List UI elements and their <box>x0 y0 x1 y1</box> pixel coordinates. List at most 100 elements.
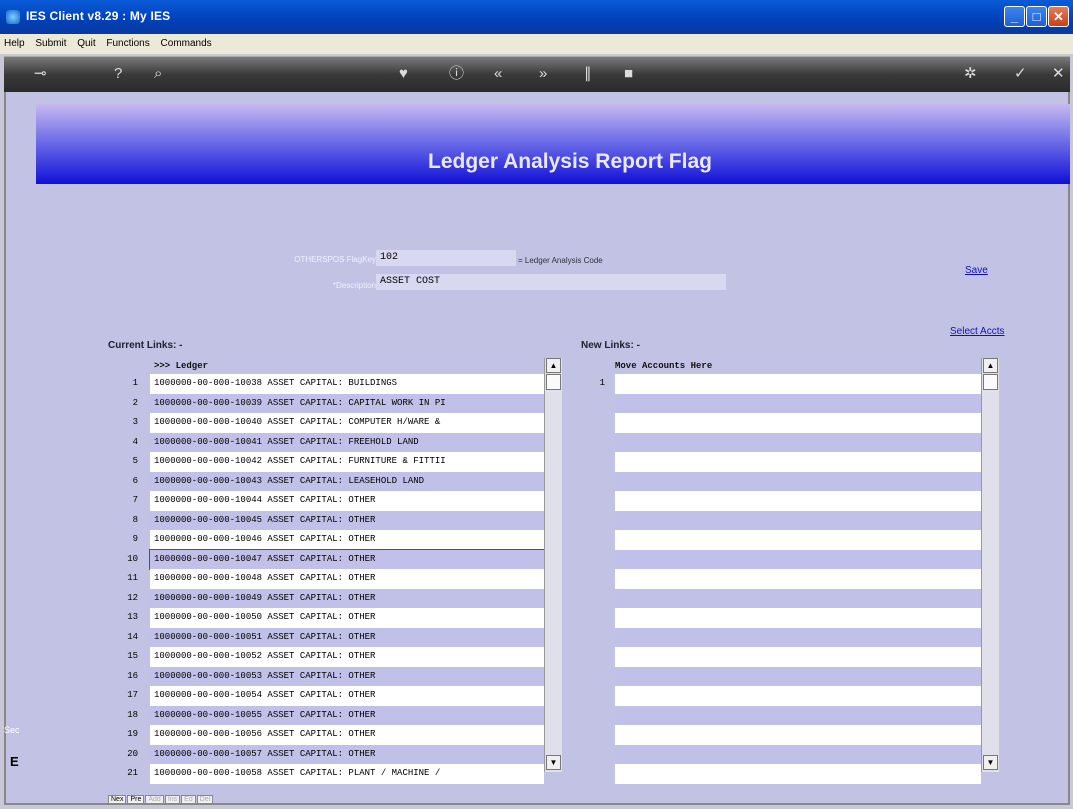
close-window-button[interactable]: ✕ <box>1048 6 1069 27</box>
new-scrollbar[interactable]: ▲ ▼ <box>981 358 999 772</box>
table-row[interactable] <box>581 510 981 530</box>
table-row[interactable]: 7 1000000-00-000-10044 ASSET CAPITAL: OTH… <box>108 491 544 511</box>
menu-commands[interactable]: Commands <box>157 34 216 49</box>
table-row[interactable] <box>581 705 981 725</box>
ledger-cell[interactable]: 1000000-00-000-10046 ASSET CAPITAL: OTHE… <box>150 530 544 550</box>
table-row[interactable] <box>581 452 981 472</box>
account-cell[interactable] <box>615 764 981 784</box>
table-row[interactable] <box>581 666 981 686</box>
ledger-cell[interactable]: 1000000-00-000-10051 ASSET CAPITAL: OTHE… <box>150 627 544 647</box>
account-cell[interactable] <box>615 647 981 667</box>
account-cell[interactable] <box>615 510 981 530</box>
account-cell[interactable] <box>615 744 981 764</box>
ledger-cell[interactable]: 1000000-00-000-10055 ASSET CAPITAL: OTHE… <box>150 705 544 725</box>
table-row[interactable]: 19 1000000-00-000-10056 ASSET CAPITAL: OT… <box>108 725 544 745</box>
scroll-thumb[interactable] <box>546 374 561 390</box>
save-link[interactable]: Save <box>965 265 988 276</box>
next-button[interactable]: Nex <box>108 795 127 804</box>
ledger-cell[interactable]: 1000000-00-000-10043 ASSET CAPITAL: LEAS… <box>150 471 544 491</box>
ledger-cell[interactable]: 1000000-00-000-10038 ASSET CAPITAL: BUIL… <box>150 374 544 394</box>
account-cell[interactable] <box>615 432 981 452</box>
table-row[interactable] <box>581 549 981 569</box>
menu-quit[interactable]: Quit <box>73 34 99 49</box>
table-row[interactable]: 11 1000000-00-000-10048 ASSET CAPITAL: OT… <box>108 569 544 589</box>
scroll-down-arrow[interactable]: ▼ <box>546 755 561 770</box>
key-icon[interactable]: ⊸ <box>34 65 47 83</box>
table-row[interactable] <box>581 588 981 608</box>
table-row[interactable]: 20 1000000-00-000-10057 ASSET CAPITAL: OT… <box>108 744 544 764</box>
ledger-cell[interactable]: 1000000-00-000-10040 ASSET CAPITAL: COMP… <box>150 413 544 433</box>
table-row[interactable] <box>581 569 981 589</box>
account-cell[interactable] <box>615 705 981 725</box>
account-cell[interactable] <box>615 471 981 491</box>
table-row[interactable]: 6 1000000-00-000-10043 ASSET CAPITAL: LEA… <box>108 471 544 491</box>
ledger-cell[interactable]: 1000000-00-000-10049 ASSET CAPITAL: OTHE… <box>150 588 544 608</box>
account-cell[interactable] <box>615 686 981 706</box>
table-row[interactable]: 12 1000000-00-000-10049 ASSET CAPITAL: OT… <box>108 588 544 608</box>
table-row[interactable]: 3 1000000-00-000-10040 ASSET CAPITAL: COM… <box>108 413 544 433</box>
table-row[interactable] <box>581 393 981 413</box>
ledger-cell[interactable]: 1000000-00-000-10053 ASSET CAPITAL: OTHE… <box>150 666 544 686</box>
ledger-cell[interactable]: 1000000-00-000-10041 ASSET CAPITAL: FREE… <box>150 432 544 452</box>
edit-button[interactable]: Ed <box>181 795 196 804</box>
table-row[interactable] <box>581 744 981 764</box>
table-row[interactable]: 9 1000000-00-000-10046 ASSET CAPITAL: OTH… <box>108 530 544 550</box>
table-row[interactable] <box>581 413 981 433</box>
account-cell[interactable] <box>615 491 981 511</box>
table-row[interactable]: 15 1000000-00-000-10052 ASSET CAPITAL: OT… <box>108 647 544 667</box>
account-cell[interactable] <box>615 452 981 472</box>
account-cell[interactable] <box>615 725 981 745</box>
table-row[interactable]: 1 <box>581 374 981 394</box>
ledger-cell[interactable]: 1000000-00-000-10050 ASSET CAPITAL: OTHE… <box>150 608 544 628</box>
table-row[interactable]: 5 1000000-00-000-10042 ASSET CAPITAL: FUR… <box>108 452 544 472</box>
ledger-cell[interactable]: 1000000-00-000-10047 ASSET CAPITAL: OTHE… <box>149 548 545 570</box>
maximize-button[interactable]: □ <box>1026 6 1047 27</box>
table-row[interactable]: 13 1000000-00-000-10050 ASSET CAPITAL: OT… <box>108 608 544 628</box>
ledger-cell[interactable]: 1000000-00-000-10054 ASSET CAPITAL: OTHE… <box>150 686 544 706</box>
account-cell[interactable] <box>615 588 981 608</box>
table-row[interactable] <box>581 608 981 628</box>
account-cell[interactable] <box>615 374 981 394</box>
close-icon[interactable]: ✕ <box>1052 65 1065 83</box>
info-icon[interactable]: ⓘ <box>449 65 464 83</box>
previous-button[interactable]: Pre <box>127 795 145 804</box>
search-icon[interactable]: ⌕ <box>154 65 162 83</box>
scroll-up-arrow[interactable]: ▲ <box>983 358 998 373</box>
scroll-up-arrow[interactable]: ▲ <box>546 358 561 373</box>
flagkey-field[interactable]: 102 <box>376 250 516 266</box>
table-row[interactable] <box>581 686 981 706</box>
table-row[interactable] <box>581 432 981 452</box>
table-row[interactable] <box>581 471 981 491</box>
minimize-button[interactable]: _ <box>1004 6 1025 27</box>
table-row[interactable] <box>581 627 981 647</box>
table-row[interactable] <box>581 647 981 667</box>
account-cell[interactable] <box>615 393 981 413</box>
table-row[interactable]: 2 1000000-00-000-10039 ASSET CAPITAL: CAP… <box>108 393 544 413</box>
delete-button[interactable]: Del <box>196 795 214 804</box>
table-row[interactable] <box>581 764 981 784</box>
ledger-cell[interactable]: 1000000-00-000-10039 ASSET CAPITAL: CAPI… <box>150 393 544 413</box>
table-row[interactable]: 14 1000000-00-000-10051 ASSET CAPITAL: OT… <box>108 627 544 647</box>
table-row[interactable]: 1 1000000-00-000-10038 ASSET CAPITAL: BUI… <box>108 374 544 394</box>
forward-icon[interactable]: » <box>539 65 547 83</box>
menu-help[interactable]: Help <box>0 34 29 49</box>
menu-submit[interactable]: Submit <box>31 34 70 49</box>
table-row[interactable] <box>581 725 981 745</box>
scroll-down-arrow[interactable]: ▼ <box>983 755 998 770</box>
square-icon[interactable]: ■ <box>624 65 633 83</box>
add-button[interactable]: Add <box>145 795 164 804</box>
insert-button[interactable]: Ins <box>164 795 181 804</box>
ledger-cell[interactable]: 1000000-00-000-10052 ASSET CAPITAL: OTHE… <box>150 647 544 667</box>
settings-icon[interactable]: ✲ <box>964 65 977 83</box>
select-accts-link[interactable]: Select Accts <box>950 326 1004 337</box>
check-icon[interactable]: ✓ <box>1014 65 1027 83</box>
current-scrollbar[interactable]: ▲ ▼ <box>544 358 562 772</box>
table-row[interactable]: 21 1000000-00-000-10058 ASSET CAPITAL: PL… <box>108 764 544 784</box>
table-row[interactable] <box>581 530 981 550</box>
table-row[interactable]: 10 1000000-00-000-10047 ASSET CAPITAL: OT… <box>108 548 545 570</box>
stop-icon[interactable]: ∥ <box>584 65 592 83</box>
account-cell[interactable] <box>615 530 981 550</box>
ledger-cell[interactable]: 1000000-00-000-10056 ASSET CAPITAL: OTHE… <box>150 725 544 745</box>
account-cell[interactable] <box>615 569 981 589</box>
account-cell[interactable] <box>615 549 981 569</box>
